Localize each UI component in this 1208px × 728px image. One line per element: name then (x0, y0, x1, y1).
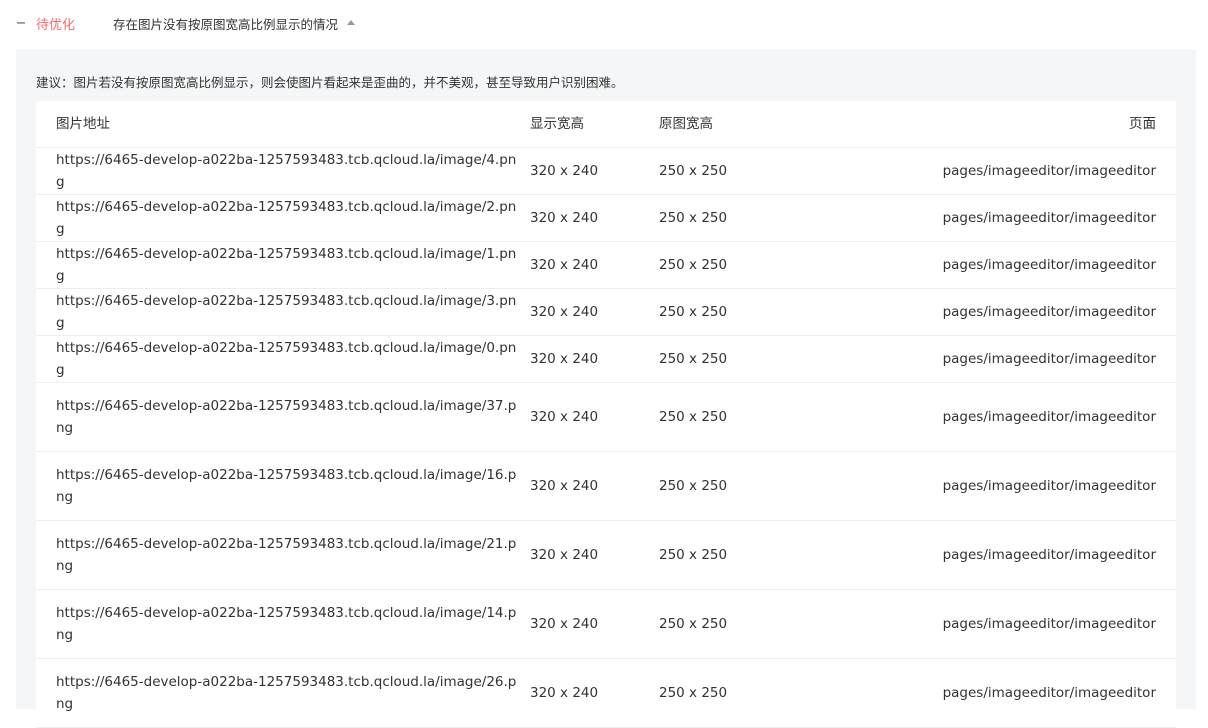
image-url-cell: https://6465-develop-a022ba-1257593483.t… (56, 340, 517, 378)
page-cell: pages/imageeditor/imageeditor (942, 163, 1156, 179)
display-size-cell: 320 x 240 (530, 210, 599, 226)
issue-title[interactable]: 存在图片没有按原图宽高比例显示的情况 (113, 14, 356, 33)
page-cell: pages/imageeditor/imageeditor (942, 304, 1156, 320)
issue-title-text: 存在图片没有按原图宽高比例显示的情况 (113, 17, 339, 32)
original-size-cell: 250 x 250 (659, 304, 728, 320)
image-url-cell: https://6465-develop-a022ba-1257593483.t… (56, 293, 517, 331)
table-row: https://6465-develop-a022ba-1257593483.t… (36, 383, 1176, 452)
display-size-cell: 320 x 240 (530, 163, 599, 179)
original-size-cell: 250 x 250 (659, 257, 728, 273)
page-cell: pages/imageeditor/imageeditor (942, 685, 1156, 701)
table-row: https://6465-develop-a022ba-1257593483.t… (36, 148, 1176, 195)
original-size-cell: 250 x 250 (659, 163, 728, 179)
image-url-cell: https://6465-develop-a022ba-1257593483.t… (56, 467, 517, 505)
image-url-cell: https://6465-develop-a022ba-1257593483.t… (56, 398, 517, 436)
table-row: https://6465-develop-a022ba-1257593483.t… (36, 521, 1176, 590)
original-size-cell: 250 x 250 (659, 685, 728, 701)
display-size-cell: 320 x 240 (530, 409, 599, 425)
page-cell: pages/imageeditor/imageeditor (942, 409, 1156, 425)
display-size-cell: 320 x 240 (530, 616, 599, 632)
image-url-cell: https://6465-develop-a022ba-1257593483.t… (56, 246, 517, 284)
original-size-cell: 250 x 250 (659, 351, 728, 367)
display-size-cell: 320 x 240 (530, 478, 599, 494)
image-url-cell: https://6465-develop-a022ba-1257593483.t… (56, 674, 517, 712)
image-url-cell: https://6465-develop-a022ba-1257593483.t… (56, 199, 517, 237)
original-size-cell: 250 x 250 (659, 478, 728, 494)
table-header-row: 图片地址 显示宽高 原图宽高 页面 (36, 101, 1176, 148)
table-row: https://6465-develop-a022ba-1257593483.t… (36, 195, 1176, 242)
display-size-cell: 320 x 240 (530, 351, 599, 367)
page-cell: pages/imageeditor/imageeditor (942, 257, 1156, 273)
collapse-toggle-icon[interactable]: − (14, 14, 28, 32)
original-size-cell: 250 x 250 (659, 210, 728, 226)
page-cell: pages/imageeditor/imageeditor (942, 616, 1156, 632)
display-size-cell: 320 x 240 (530, 547, 599, 563)
column-header-page: 页面 (1129, 116, 1156, 132)
table-row: https://6465-develop-a022ba-1257593483.t… (36, 336, 1176, 383)
table-row: https://6465-develop-a022ba-1257593483.t… (36, 242, 1176, 289)
original-size-cell: 250 x 250 (659, 547, 728, 563)
page-cell: pages/imageeditor/imageeditor (942, 478, 1156, 494)
table-row: https://6465-develop-a022ba-1257593483.t… (36, 659, 1176, 728)
column-header-display-size: 显示宽高 (530, 116, 584, 132)
advice-text: 建议：图片若没有按原图宽高比例显示，则会使图片看起来是歪曲的，并不美观，甚至导致… (36, 75, 624, 90)
caret-up-icon[interactable] (347, 20, 356, 25)
column-header-original-size: 原图宽高 (659, 116, 713, 132)
original-size-cell: 250 x 250 (659, 616, 728, 632)
image-url-cell: https://6465-develop-a022ba-1257593483.t… (56, 536, 517, 574)
page-cell: pages/imageeditor/imageeditor (942, 351, 1156, 367)
table-row: https://6465-develop-a022ba-1257593483.t… (36, 590, 1176, 659)
display-size-cell: 320 x 240 (530, 257, 599, 273)
table-row: https://6465-develop-a022ba-1257593483.t… (36, 289, 1176, 336)
original-size-cell: 250 x 250 (659, 409, 728, 425)
image-table: 图片地址 显示宽高 原图宽高 页面 https://6465-develop-a… (36, 101, 1176, 728)
image-url-cell: https://6465-develop-a022ba-1257593483.t… (56, 605, 517, 643)
page-cell: pages/imageeditor/imageeditor (942, 547, 1156, 563)
display-size-cell: 320 x 240 (530, 685, 599, 701)
display-size-cell: 320 x 240 (530, 304, 599, 320)
table-row: https://6465-develop-a022ba-1257593483.t… (36, 452, 1176, 521)
image-url-cell: https://6465-develop-a022ba-1257593483.t… (56, 152, 517, 190)
status-label: 待优化 (36, 18, 76, 33)
column-header-url: 图片地址 (56, 116, 110, 132)
page-cell: pages/imageeditor/imageeditor (942, 210, 1156, 226)
issue-detail-panel: 建议：图片若没有按原图宽高比例显示，则会使图片看起来是歪曲的，并不美观，甚至导致… (16, 49, 1196, 728)
issue-header: − 待优化 存在图片没有按原图宽高比例显示的情况 (0, 0, 1208, 46)
